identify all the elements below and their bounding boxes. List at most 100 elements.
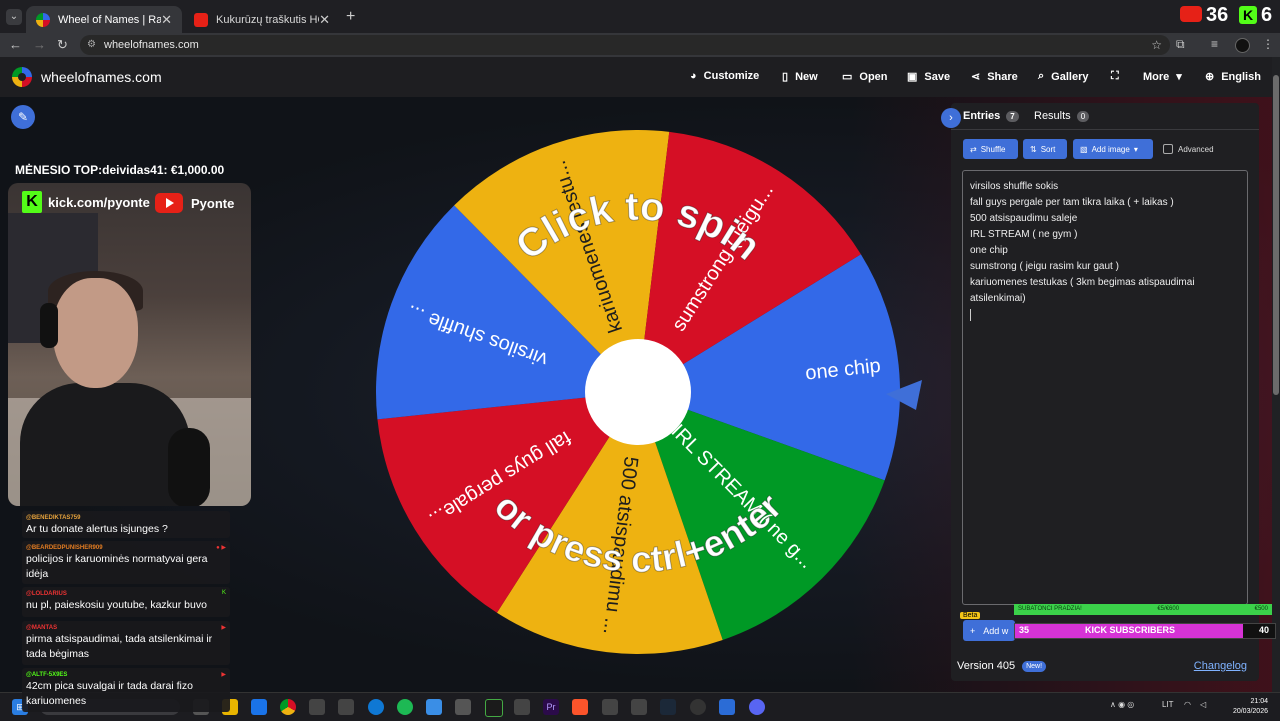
scrollbar-thumb[interactable] xyxy=(1273,75,1279,395)
system-clock[interactable]: 21:04 20/03/2026 xyxy=(1220,697,1268,717)
network-icon[interactable]: ◠ xyxy=(1184,700,1191,709)
close-tab-icon[interactable]: ✕ xyxy=(319,12,330,28)
collapse-panel-icon[interactable]: › xyxy=(941,108,961,128)
new-label: New xyxy=(795,70,818,83)
chat-message: @BEARDEDPUNISHER909 ● ▶ policijos ir kar… xyxy=(22,541,230,584)
chat-text: Ar tu donate alertus isjunges ? xyxy=(26,523,168,535)
folder-icon: ▭ xyxy=(842,71,853,83)
advanced-checkbox[interactable] xyxy=(1163,144,1173,154)
entry-line: one chip xyxy=(970,245,1008,256)
volume-icon[interactable]: ◁ xyxy=(1200,700,1206,709)
spin-wheel[interactable]: one chip IRL STREAM ( ne g... 500 atsispau… xyxy=(373,130,903,660)
subathon-label: SUBATONCI PRADZIA! xyxy=(1018,606,1082,612)
advanced-toggle[interactable]: Advanced xyxy=(1163,144,1214,154)
customize-label: Customize xyxy=(703,70,760,82)
language-button[interactable]: ⊕ English xyxy=(1205,70,1261,84)
extensions-icon[interactable]: ⧉ xyxy=(1176,37,1185,52)
chat-text: policijos ir karuominės normatyvai gera … xyxy=(26,553,208,580)
spotify-icon[interactable] xyxy=(397,699,413,715)
tab-results[interactable]: Results 0 xyxy=(1034,110,1090,122)
forward-icon[interactable]: → xyxy=(33,37,46,52)
chat-message: @ALTF-5X9ES ▶ 42cm pica suvalgai ir tada… xyxy=(22,668,230,712)
language-label: English xyxy=(1221,70,1261,83)
palette-icon: ◕ xyxy=(690,70,697,82)
entries-textarea[interactable]: virsilos shuffle sokis fall guys pergale… xyxy=(962,170,1248,605)
clock-time: 21:04 xyxy=(1250,698,1268,705)
edit-pencil-icon[interactable]: ✎ xyxy=(11,105,35,129)
chat-text: 42cm pica suvalgai ir tada darai fizo ka… xyxy=(26,680,193,707)
back-icon[interactable]: ← xyxy=(9,37,22,52)
subscribers-goal: 40 xyxy=(1258,625,1269,635)
more-button[interactable]: More ▾ xyxy=(1143,70,1182,84)
new-badge: New! xyxy=(1022,660,1047,672)
site-name[interactable]: wheelofnames.com xyxy=(41,69,162,85)
kick-subscribers-goal-bar: 35 KICK SUBSCRIBERS 40 xyxy=(1014,623,1276,639)
changelog-link[interactable]: Changelog xyxy=(1194,660,1247,672)
bookmark-star-icon[interactable]: ☆ xyxy=(1151,35,1162,55)
shuffle-label: Shuffle xyxy=(980,144,1006,154)
discord-icon[interactable] xyxy=(749,699,765,715)
kick-overlay-icon: K xyxy=(1239,6,1257,24)
save-button[interactable]: ▣ Save xyxy=(907,70,951,84)
wheel-graphic[interactable]: one chipIRL STREAM ( ne g...500 atsispau… xyxy=(373,130,903,660)
monthly-top-donor: MĖNESIO TOP:deividas41: €1,000.00 xyxy=(15,163,225,177)
entries-panel: › Entries 7 Results 0 ⇄ Shuffle ⇅ Sort ▧ Ad… xyxy=(941,103,1259,681)
chrome-menu-icon[interactable]: ⋮ xyxy=(1262,37,1274,51)
tab-title: Kukurūzų traškutis HOT CHIP C xyxy=(216,13,319,26)
chevron-down-icon: ▾ xyxy=(1133,144,1138,154)
panel-tabs: › Entries 7 Results 0 xyxy=(941,103,1259,130)
tab-hot-chip[interactable]: Kukurūzų traškutis HOT CHIP C ✕ xyxy=(184,6,340,33)
url-text: wheelofnames.com xyxy=(104,39,199,51)
browser-tab-strip: ⌄ Wheel of Names | Random nam ✕ Kukurūzų… xyxy=(0,0,1280,33)
obs-icon[interactable] xyxy=(690,699,706,715)
tab-entries[interactable]: Entries 7 xyxy=(963,110,1019,122)
youtube-badge-icon: ▶ xyxy=(221,672,226,678)
app-icon[interactable] xyxy=(514,699,530,715)
open-button[interactable]: ▭ Open xyxy=(842,70,888,84)
customize-button[interactable]: ◕ Customize xyxy=(690,70,759,82)
reload-icon[interactable]: ↻ xyxy=(57,37,68,53)
close-tab-icon[interactable]: ✕ xyxy=(161,12,172,28)
app-icon[interactable] xyxy=(602,699,618,715)
brave-icon[interactable] xyxy=(572,699,588,715)
wheel-logo-icon[interactable] xyxy=(12,67,32,87)
app-icon[interactable] xyxy=(309,699,325,715)
tab-wheel-of-names[interactable]: Wheel of Names | Random nam ✕ xyxy=(26,6,182,33)
profile-avatar[interactable] xyxy=(1235,38,1250,53)
site-info-icon[interactable]: ⚙ xyxy=(87,35,96,55)
app-icon[interactable] xyxy=(485,699,503,717)
results-count-badge: 0 xyxy=(1076,110,1090,122)
shuffle-icon: ⇄ xyxy=(970,144,977,154)
new-button[interactable]: ▯ New xyxy=(782,70,818,84)
store-icon[interactable] xyxy=(251,699,267,715)
edge-icon[interactable] xyxy=(368,699,384,715)
entry-line: kariuomenes testukas ( 3km begimas atisp… xyxy=(970,277,1195,304)
steam-icon[interactable] xyxy=(660,699,676,715)
webcam-feed xyxy=(8,183,251,506)
tray-icons[interactable]: ∧ ◉ ◎ xyxy=(1110,700,1134,709)
save-label: Save xyxy=(924,70,951,83)
app-icon[interactable] xyxy=(338,699,354,715)
chrome-icon[interactable] xyxy=(280,699,296,715)
new-tab-icon[interactable]: + xyxy=(346,8,355,26)
photos-icon[interactable] xyxy=(426,699,442,715)
app-icon[interactable] xyxy=(631,699,647,715)
add-wheel-button[interactable]: + Add w xyxy=(963,620,1016,641)
shuffle-button[interactable]: ⇄ Shuffle xyxy=(963,139,1018,159)
wheel-center-hub[interactable] xyxy=(585,339,691,445)
add-image-button[interactable]: ▧ Add image ▾ xyxy=(1073,139,1153,159)
sort-button[interactable]: ⇅ Sort xyxy=(1023,139,1067,159)
fullscreen-button[interactable]: ⛶ xyxy=(1111,70,1119,83)
tab-search-icon[interactable]: ⌄ xyxy=(6,9,22,25)
chat-user: @ALTF-5X9ES xyxy=(26,672,68,678)
url-input[interactable]: ⚙ wheelofnames.com ☆ xyxy=(80,35,1170,55)
media-icon[interactable]: ≡ xyxy=(1211,37,1218,51)
kick-logo-icon: K xyxy=(22,191,42,213)
share-button[interactable]: ⋖ Share xyxy=(971,70,1018,84)
app-icon[interactable] xyxy=(455,699,471,715)
language-indicator[interactable]: LIT xyxy=(1162,700,1174,709)
notes-icon[interactable] xyxy=(719,699,735,715)
gallery-button[interactable]: ⌕ Gallery xyxy=(1038,70,1088,83)
page-scrollbar[interactable] xyxy=(1272,57,1280,692)
premiere-icon[interactable]: Pr xyxy=(543,699,559,715)
